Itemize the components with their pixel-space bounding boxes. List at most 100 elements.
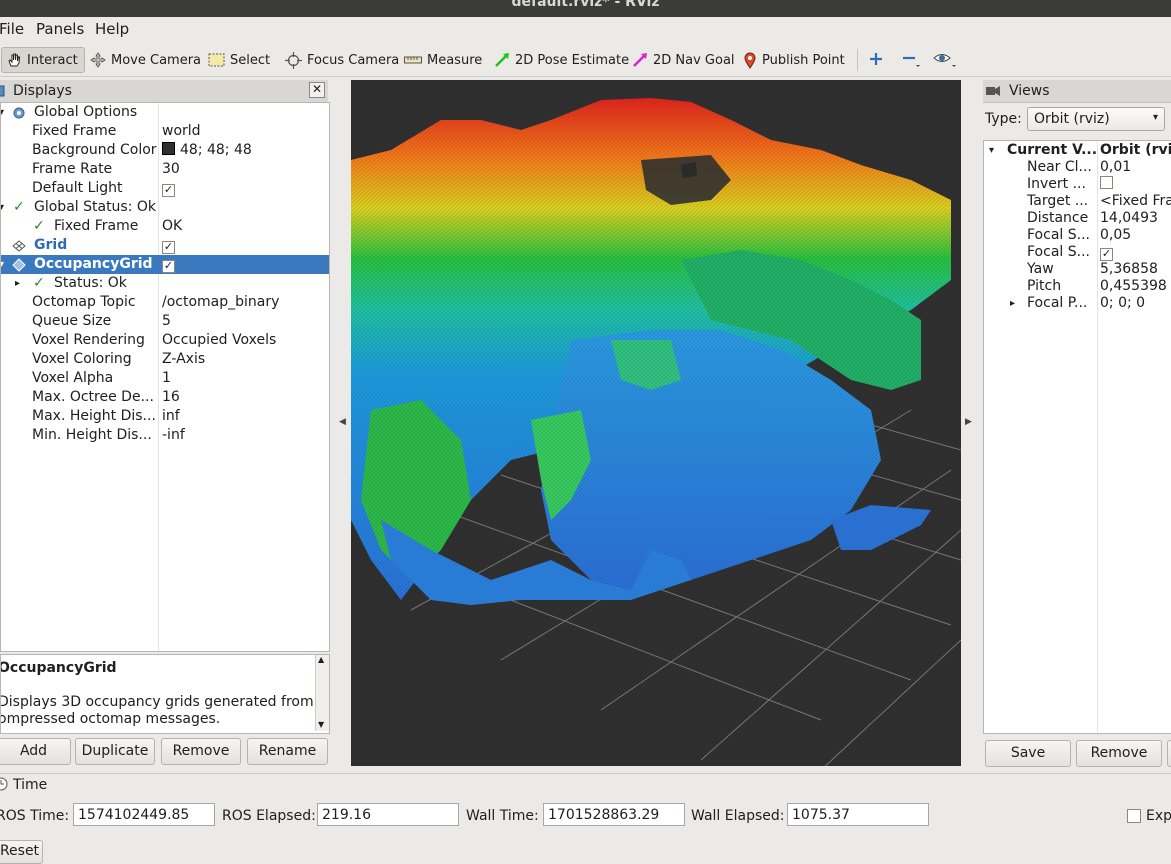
select-button[interactable]: Select: [208, 48, 270, 72]
view-type-label: Type:: [985, 111, 1022, 127]
interact-tool-button[interactable]: Interact: [1, 47, 85, 73]
tree-row-frame-rate[interactable]: Frame Rate 30: [1, 160, 329, 179]
tree-row-octomap-topic[interactable]: Octomap Topic /octomap_binary: [1, 293, 329, 312]
reset-button[interactable]: Reset: [0, 840, 43, 864]
scroll-up-icon[interactable]: ▲: [318, 655, 324, 664]
menu-help[interactable]: Help: [95, 20, 129, 38]
wall-time-field[interactable]: 1701528863.29: [543, 803, 685, 826]
tree-row-fixed-frame-status[interactable]: ✓ Fixed Frame OK: [1, 217, 329, 236]
ros-elapsed-field[interactable]: 219.16: [317, 803, 459, 826]
collapse-left-icon[interactable]: ◀: [339, 417, 346, 427]
octomap-topic-value[interactable]: /octomap_binary: [162, 293, 279, 312]
voxel-coloring-value[interactable]: Z-Axis: [162, 350, 205, 369]
tree-row-occupancy-grid[interactable]: ▾ OccupancyGrid ✓: [1, 255, 329, 274]
save-view-button[interactable]: Save: [985, 740, 1071, 767]
global-status-label: Global Status: Ok: [34, 199, 157, 215]
tree-row-fixed-frame[interactable]: Fixed Frame world: [1, 122, 329, 141]
default-light-key: Default Light: [32, 180, 123, 196]
octomap-topic-key: Octomap Topic: [32, 294, 136, 310]
grid-enabled[interactable]: ✓: [162, 236, 175, 255]
focus-camera-button[interactable]: Focus Camera: [285, 48, 399, 72]
window-title: default.rviz* - RViz: [0, 0, 1171, 17]
tree-row-status[interactable]: ▸ ✓ Status: Ok: [1, 274, 329, 293]
collapse-arrow-icon[interactable]: ▸: [15, 274, 20, 293]
collapse-right-icon[interactable]: ▶: [965, 417, 972, 427]
voxel-alpha-value[interactable]: 1: [162, 369, 171, 388]
queue-size-key: Queue Size: [32, 313, 112, 329]
eye-icon[interactable]: [933, 51, 957, 69]
scroll-down-icon[interactable]: ▼: [318, 720, 324, 729]
menu-panels[interactable]: Panels: [36, 20, 84, 38]
tree-row-global-options[interactable]: ▾ Global Options: [1, 103, 329, 122]
max-height-key: Max. Height Dis...: [32, 408, 156, 424]
focal-point-value[interactable]: 0; 0; 0: [1100, 294, 1145, 313]
tree-row-grid[interactable]: Grid ✓: [1, 236, 329, 255]
occupancy-grid-label: OccupancyGrid: [34, 256, 153, 272]
wall-elapsed-field[interactable]: 1075.37: [787, 803, 929, 826]
tree-row-queue-size[interactable]: Queue Size 5: [1, 312, 329, 331]
background-color-value[interactable]: 48; 48; 48: [162, 141, 252, 160]
max-octree-depth-value[interactable]: 16: [162, 388, 180, 407]
nav-goal-button[interactable]: 2D Nav Goal: [632, 48, 735, 72]
tree-row-background-color[interactable]: Background Color 48; 48; 48: [1, 141, 329, 160]
checkbox[interactable]: [1100, 176, 1113, 189]
view-type-dropdown[interactable]: Orbit (rviz) ▾: [1027, 107, 1165, 131]
expand-arrow-icon[interactable]: ▾: [1, 198, 4, 217]
display-description: OccupancyGrid Displays 3D occupancy grid…: [0, 654, 330, 734]
minus-icon[interactable]: [901, 51, 921, 69]
move-camera-button[interactable]: Move Camera: [90, 48, 201, 72]
3d-render-viewport[interactable]: [351, 80, 961, 766]
rename-view-button[interactable]: [1167, 740, 1171, 767]
grid-icon: [12, 240, 26, 252]
tree-row-max-height[interactable]: Max. Height Dis... inf: [1, 407, 329, 426]
duplicate-display-button[interactable]: Duplicate: [75, 738, 155, 765]
frame-rate-value[interactable]: 30: [162, 160, 180, 179]
description-scrollbar[interactable]: ▲ ▼: [315, 655, 329, 731]
add-display-button[interactable]: Add: [0, 738, 71, 765]
pose-estimate-button[interactable]: 2D Pose Estimate: [494, 48, 629, 72]
checkbox[interactable]: ✓: [162, 184, 175, 197]
time-panel-title: Time: [13, 777, 48, 793]
plus-icon[interactable]: [868, 51, 884, 67]
experimental-checkbox[interactable]: [1127, 809, 1141, 823]
select-icon: [208, 53, 225, 67]
occupancy-grid-enabled[interactable]: ✓: [162, 255, 175, 274]
checkbox[interactable]: ✓: [162, 241, 175, 254]
check-icon: ✓: [33, 218, 45, 234]
toolbar: Interact Move Camera Select Focus Camera…: [0, 43, 1171, 77]
octomap-render: [351, 80, 961, 766]
voxel-rendering-value[interactable]: Occupied Voxels: [162, 331, 276, 350]
ros-time-label: ROS Time:: [0, 808, 70, 824]
max-height-value[interactable]: inf: [162, 407, 180, 426]
measure-button[interactable]: Measure: [404, 48, 482, 72]
tree-row-voxel-alpha[interactable]: Voxel Alpha 1: [1, 369, 329, 388]
checkbox[interactable]: ✓: [162, 260, 175, 273]
collapse-arrow-icon[interactable]: ▸: [1010, 294, 1015, 313]
tree-row-voxel-coloring[interactable]: Voxel Coloring Z-Axis: [1, 350, 329, 369]
expand-arrow-icon[interactable]: ▾: [1, 255, 4, 274]
queue-size-value[interactable]: 5: [162, 312, 171, 331]
fixed-frame-value[interactable]: world: [162, 122, 201, 141]
publish-point-button[interactable]: Publish Point: [743, 48, 845, 72]
tree-row-voxel-rendering[interactable]: Voxel Rendering Occupied Voxels: [1, 331, 329, 350]
tree-row-min-height[interactable]: Min. Height Dis... -inf: [1, 426, 329, 445]
min-height-value[interactable]: -inf: [162, 426, 185, 445]
camera-icon: [986, 86, 1000, 96]
tree-row-max-octree-depth[interactable]: Max. Octree De... 16: [1, 388, 329, 407]
ruler-icon: [404, 56, 422, 64]
menu-file[interactable]: File: [0, 20, 24, 38]
ros-time-field[interactable]: 1574102449.85: [73, 803, 215, 826]
rename-display-button[interactable]: Rename: [247, 738, 328, 765]
default-light-value[interactable]: ✓: [162, 179, 175, 198]
nav-goal-label: 2D Nav Goal: [653, 52, 735, 68]
window-title-text: default.rviz* - RViz: [511, 0, 660, 10]
expand-arrow-icon[interactable]: ▾: [1, 103, 4, 122]
tree-row-global-status[interactable]: ▾ ✓ Global Status: Ok: [1, 198, 329, 217]
close-icon[interactable]: ✕: [309, 82, 325, 98]
remove-view-button[interactable]: Remove: [1076, 740, 1162, 767]
displays-title: Displays: [13, 83, 72, 99]
view-row-focal-point[interactable]: ▸ Focal P... 0; 0; 0: [984, 294, 1171, 313]
remove-display-button[interactable]: Remove: [161, 738, 241, 765]
focus-camera-label: Focus Camera: [307, 52, 400, 68]
tree-row-default-light[interactable]: Default Light ✓: [1, 179, 329, 198]
